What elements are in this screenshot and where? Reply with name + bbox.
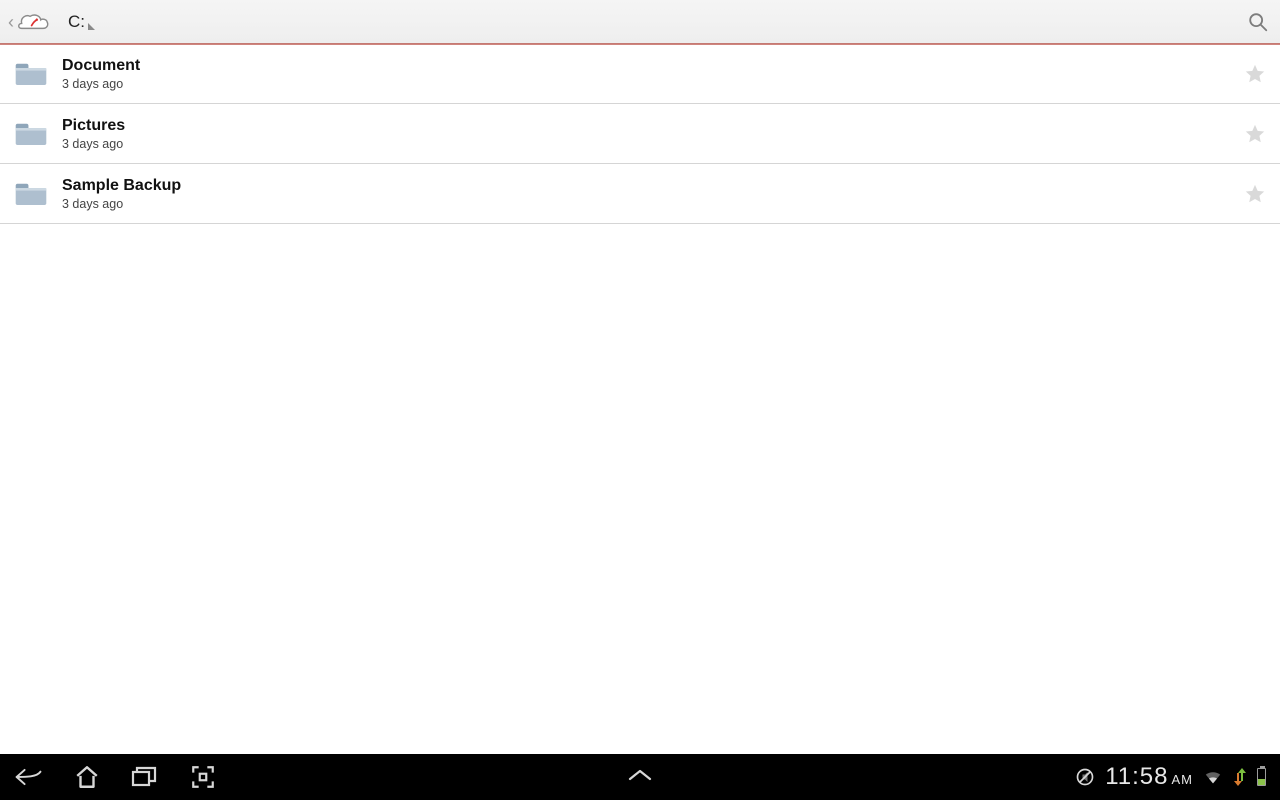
favorite-button[interactable]: [1244, 183, 1266, 205]
folder-list: Document 3 days ago Pictures 3 days ago …: [0, 44, 1280, 224]
clock-time: 11:58: [1105, 763, 1168, 791]
back-arrow-icon: [14, 765, 44, 789]
folder-timestamp: 3 days ago: [62, 137, 125, 151]
list-item-text: Document 3 days ago: [62, 57, 140, 91]
folder-icon: [14, 121, 48, 147]
nav-recent-button[interactable]: [130, 762, 160, 792]
nav-home-button[interactable]: [72, 762, 102, 792]
folder-icon: [14, 181, 48, 207]
mute-icon: [1075, 767, 1095, 787]
status-clock: 11:58 AM: [1105, 763, 1193, 791]
app-header: ‹ C:: [0, 0, 1280, 44]
sync-icon: [1233, 768, 1247, 786]
favorite-button[interactable]: [1244, 63, 1266, 85]
list-item[interactable]: Sample Backup 3 days ago: [0, 164, 1280, 224]
list-item-text: Pictures 3 days ago: [62, 117, 125, 151]
breadcrumb-label: C:: [68, 12, 85, 32]
status-tray[interactable]: 11:58 AM: [1075, 763, 1266, 791]
cloud-logo-icon: [16, 11, 50, 33]
favorite-button[interactable]: [1244, 123, 1266, 145]
home-icon: [74, 764, 100, 790]
list-item-text: Sample Backup 3 days ago: [62, 177, 181, 211]
folder-timestamp: 3 days ago: [62, 197, 181, 211]
wifi-icon: [1203, 769, 1223, 785]
star-icon: [1244, 183, 1266, 205]
breadcrumb[interactable]: C:: [68, 12, 95, 32]
battery-icon: [1257, 768, 1266, 786]
nav-expand-button[interactable]: [627, 768, 653, 787]
back-button[interactable]: ‹: [8, 11, 50, 33]
folder-timestamp: 3 days ago: [62, 77, 140, 91]
nav-screenshot-button[interactable]: [188, 762, 218, 792]
search-button[interactable]: [1244, 8, 1272, 36]
dropdown-triangle-icon: [88, 23, 95, 30]
list-item[interactable]: Document 3 days ago: [0, 44, 1280, 104]
recent-apps-icon: [131, 765, 159, 789]
folder-name: Document: [62, 57, 140, 75]
clock-ampm: AM: [1172, 772, 1194, 787]
system-nav-bar: 11:58 AM: [0, 754, 1280, 800]
list-item[interactable]: Pictures 3 days ago: [0, 104, 1280, 164]
star-icon: [1244, 63, 1266, 85]
screenshot-icon: [190, 764, 216, 790]
nav-back-button[interactable]: [14, 762, 44, 792]
chevron-left-icon: ‹: [8, 13, 14, 31]
folder-name: Pictures: [62, 117, 125, 135]
star-icon: [1244, 123, 1266, 145]
chevron-up-icon: [627, 768, 653, 782]
folder-name: Sample Backup: [62, 177, 181, 195]
folder-icon: [14, 61, 48, 87]
search-icon: [1247, 11, 1269, 33]
